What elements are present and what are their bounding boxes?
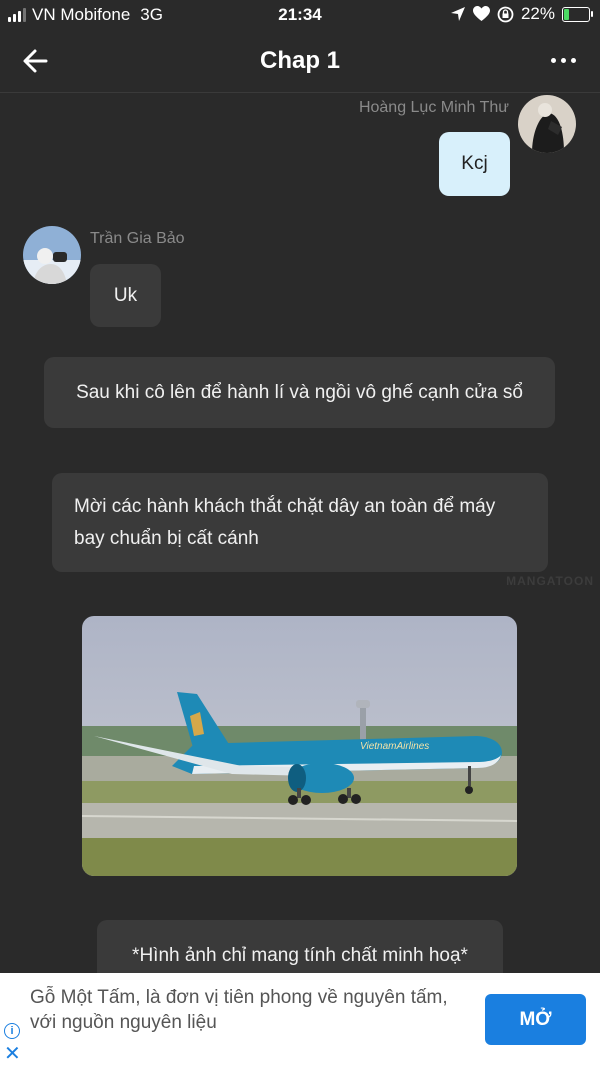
livery-text: VietnamAirlines [360,741,429,752]
avatar[interactable] [23,226,81,284]
nav-bar: Chap 1 [0,30,600,93]
ad-open-button[interactable]: MỞ [485,994,586,1045]
narration-box: Mời các hành khách thắt chặt dây an toàn… [52,473,548,572]
message-bubble: Uk [90,264,161,327]
ad-banner[interactable]: Gỗ Một Tấm, là đơn vị tiên phong về nguy… [0,973,600,1067]
sender-name: Trần Gia Bảo [90,230,185,247]
close-icon[interactable]: ✕ [4,1044,21,1064]
ellipsis-icon[interactable] [551,58,576,63]
message-bubble: Kcj [439,132,510,196]
watermark: MANGATOON [506,574,594,588]
avatar[interactable] [518,95,576,153]
status-bar: VN Mobifone 3G 21:34 22% [0,0,600,30]
battery-icon [562,6,593,22]
rotation-lock-icon [497,6,514,22]
sender-name: Hoàng Lục Minh Thư [358,99,509,116]
info-icon[interactable]: i [4,1023,20,1039]
heart-icon [472,6,490,21]
narration-box: Sau khi cô lên để hành lí và ngồi vô ghế… [44,357,555,428]
location-arrow-icon [450,7,465,21]
page-title: Chap 1 [259,47,340,74]
airplane-image: VietnamAirlines [82,616,517,876]
ad-text: Gỗ Một Tấm, là đơn vị tiên phong về nguy… [30,987,448,1033]
battery-percent: 22% [520,4,555,23]
